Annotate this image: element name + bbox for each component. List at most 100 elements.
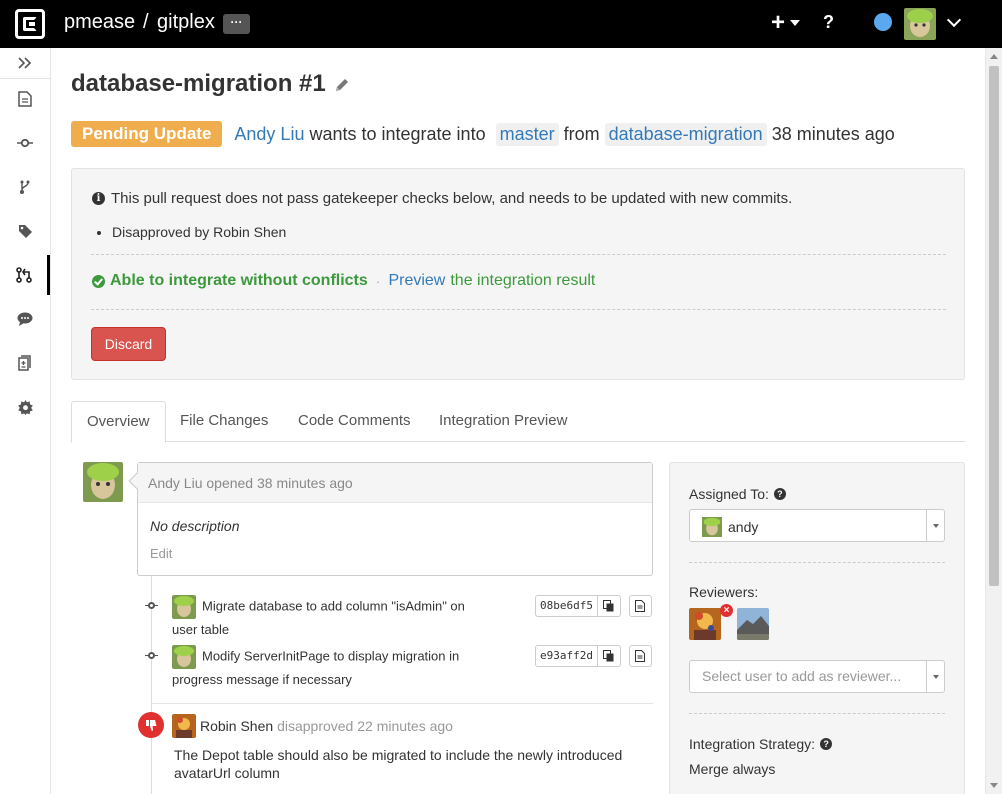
compare-icon bbox=[18, 355, 31, 371]
preview-link[interactable]: Preview bbox=[388, 272, 445, 290]
avatar bbox=[702, 517, 722, 537]
pencil-icon[interactable] bbox=[334, 77, 350, 93]
browse-files-button[interactable] bbox=[628, 645, 652, 667]
dropdown-arrow-icon[interactable] bbox=[933, 675, 939, 679]
question-icon[interactable]: ? bbox=[773, 488, 786, 500]
sidebar-item-commits[interactable] bbox=[0, 123, 50, 163]
divider bbox=[689, 713, 945, 714]
reviewer-select[interactable]: Select user to add as reviewer... bbox=[689, 660, 945, 693]
sidebar-item-branches[interactable] bbox=[0, 167, 50, 207]
dot-separator: · bbox=[375, 273, 381, 289]
scroll-up-icon[interactable] bbox=[990, 54, 998, 59]
breadcrumb-owner[interactable]: pmease bbox=[64, 11, 135, 34]
sidebar-item-pull-requests[interactable] bbox=[0, 255, 50, 295]
divider bbox=[689, 562, 945, 563]
assignee-select[interactable]: andy bbox=[689, 509, 945, 542]
commit-hash[interactable]: e93aff2d bbox=[535, 645, 598, 667]
tab-file-changes[interactable]: File Changes bbox=[165, 401, 283, 442]
verb-text: wants to integrate into bbox=[309, 123, 486, 144]
sidebar-item-compare[interactable] bbox=[0, 343, 50, 383]
user-avatar[interactable] bbox=[904, 8, 936, 40]
comment-header: Andy Liu opened 38 minutes ago bbox=[138, 463, 652, 503]
conflict-status: Able to integrate without conflicts · Pr… bbox=[92, 272, 595, 290]
copy-hash-button[interactable] bbox=[597, 645, 621, 667]
from-text: from bbox=[563, 123, 600, 144]
tab-overview[interactable]: Overview bbox=[71, 401, 166, 443]
breadcrumb-repo[interactable]: gitplex bbox=[157, 11, 215, 34]
commit-entry: Migrate database to add column "isAdmin"… bbox=[172, 595, 492, 641]
scroll-down-icon[interactable] bbox=[990, 783, 998, 788]
strategy-label-text: Integration Strategy: bbox=[689, 736, 816, 752]
assignee-value: andy bbox=[728, 519, 759, 535]
page-title: database-migration #1 bbox=[71, 70, 326, 97]
sidebar-item-comments[interactable] bbox=[0, 299, 50, 339]
tab-bar: Overview File Changes Code Comments Inte… bbox=[71, 401, 965, 443]
info-icon: i bbox=[92, 192, 105, 205]
help-icon[interactable]: ? bbox=[823, 12, 834, 33]
commit-hash-group: 08be6df5 bbox=[535, 595, 652, 617]
reviewer-avatar[interactable] bbox=[689, 608, 721, 640]
sidebar-item-tags[interactable] bbox=[0, 211, 50, 251]
commit-icon bbox=[145, 652, 158, 661]
chevron-down-icon[interactable] bbox=[946, 12, 962, 28]
caret-down-icon[interactable] bbox=[790, 20, 800, 26]
commit-message[interactable]: Modify ServerInitPage to display migrati… bbox=[172, 648, 459, 687]
page-scrollbar[interactable] bbox=[985, 48, 1002, 794]
strategy-value[interactable]: Merge always bbox=[689, 761, 775, 777]
branches-icon bbox=[20, 180, 30, 194]
comments-icon bbox=[17, 312, 33, 326]
sidebar-item-files[interactable] bbox=[0, 79, 50, 119]
top-navbar: pmease / gitplex ··· + ? bbox=[0, 0, 1002, 48]
remove-reviewer-icon[interactable]: × bbox=[720, 604, 733, 617]
app-logo[interactable] bbox=[15, 9, 45, 39]
request-summary: Pending Update Andy Liu wants to integra… bbox=[71, 120, 895, 148]
expand-sidebar-icon[interactable] bbox=[0, 48, 50, 78]
gatekeeper-message: i This pull request does not pass gateke… bbox=[92, 190, 792, 207]
reviewer-name[interactable]: Robin Shen bbox=[200, 718, 273, 734]
gatekeeper-text: This pull request does not pass gatekeep… bbox=[111, 190, 793, 207]
plus-icon[interactable]: + bbox=[771, 10, 785, 36]
check-failures: Disapproved by Robin Shen bbox=[112, 224, 286, 240]
files-icon bbox=[18, 91, 32, 107]
tags-icon bbox=[18, 224, 32, 238]
tab-code-comments[interactable]: Code Comments bbox=[283, 401, 426, 442]
file-icon bbox=[635, 650, 646, 662]
source-branch-link[interactable]: database-migration bbox=[604, 122, 767, 146]
commit-hash[interactable]: 08be6df5 bbox=[535, 595, 598, 617]
avatar[interactable] bbox=[172, 645, 196, 669]
request-side-panel: Assigned To: ? andy Reviewers: × Select … bbox=[669, 462, 965, 794]
commit-message[interactable]: Migrate database to add column "isAdmin"… bbox=[172, 598, 465, 637]
divider bbox=[91, 254, 946, 255]
review-action: disapproved 22 minutes ago bbox=[277, 718, 453, 734]
avatar[interactable] bbox=[83, 462, 123, 502]
discard-button[interactable]: Discard bbox=[91, 327, 166, 361]
avatar[interactable] bbox=[172, 714, 196, 738]
question-icon[interactable]: ? bbox=[820, 738, 833, 750]
copy-icon bbox=[603, 650, 614, 662]
description-comment: Andy Liu opened 38 minutes ago No descri… bbox=[128, 462, 653, 576]
reviewer-avatar[interactable] bbox=[737, 608, 769, 640]
reviewers-label: Reviewers: bbox=[689, 584, 759, 600]
copy-hash-button[interactable] bbox=[597, 595, 621, 617]
divider bbox=[152, 703, 653, 704]
commit-hash-group: e93aff2d bbox=[535, 645, 652, 667]
conflict-status-text: Able to integrate without conflicts bbox=[110, 272, 368, 289]
commit-icon bbox=[145, 602, 158, 611]
dropdown-arrow-icon[interactable] bbox=[933, 524, 939, 528]
sidebar-item-settings[interactable] bbox=[0, 387, 50, 427]
target-branch-link[interactable]: master bbox=[495, 122, 559, 146]
assigned-label: Assigned To: ? bbox=[689, 486, 786, 502]
reviewer-placeholder: Select user to add as reviewer... bbox=[702, 668, 902, 684]
divider bbox=[91, 309, 946, 310]
browse-files-button[interactable] bbox=[628, 595, 652, 617]
status-dot-icon[interactable] bbox=[874, 13, 892, 31]
more-button[interactable]: ··· bbox=[223, 14, 250, 34]
edit-link[interactable]: Edit bbox=[150, 546, 172, 561]
scroll-thumb[interactable] bbox=[989, 66, 999, 586]
avatar[interactable] bbox=[172, 595, 196, 619]
author-link[interactable]: Andy Liu bbox=[234, 124, 304, 145]
thumbs-down-icon bbox=[138, 712, 164, 738]
tab-integration-preview[interactable]: Integration Preview bbox=[424, 401, 582, 442]
assigned-label-text: Assigned To: bbox=[689, 486, 769, 502]
status-badge: Pending Update bbox=[71, 121, 223, 147]
